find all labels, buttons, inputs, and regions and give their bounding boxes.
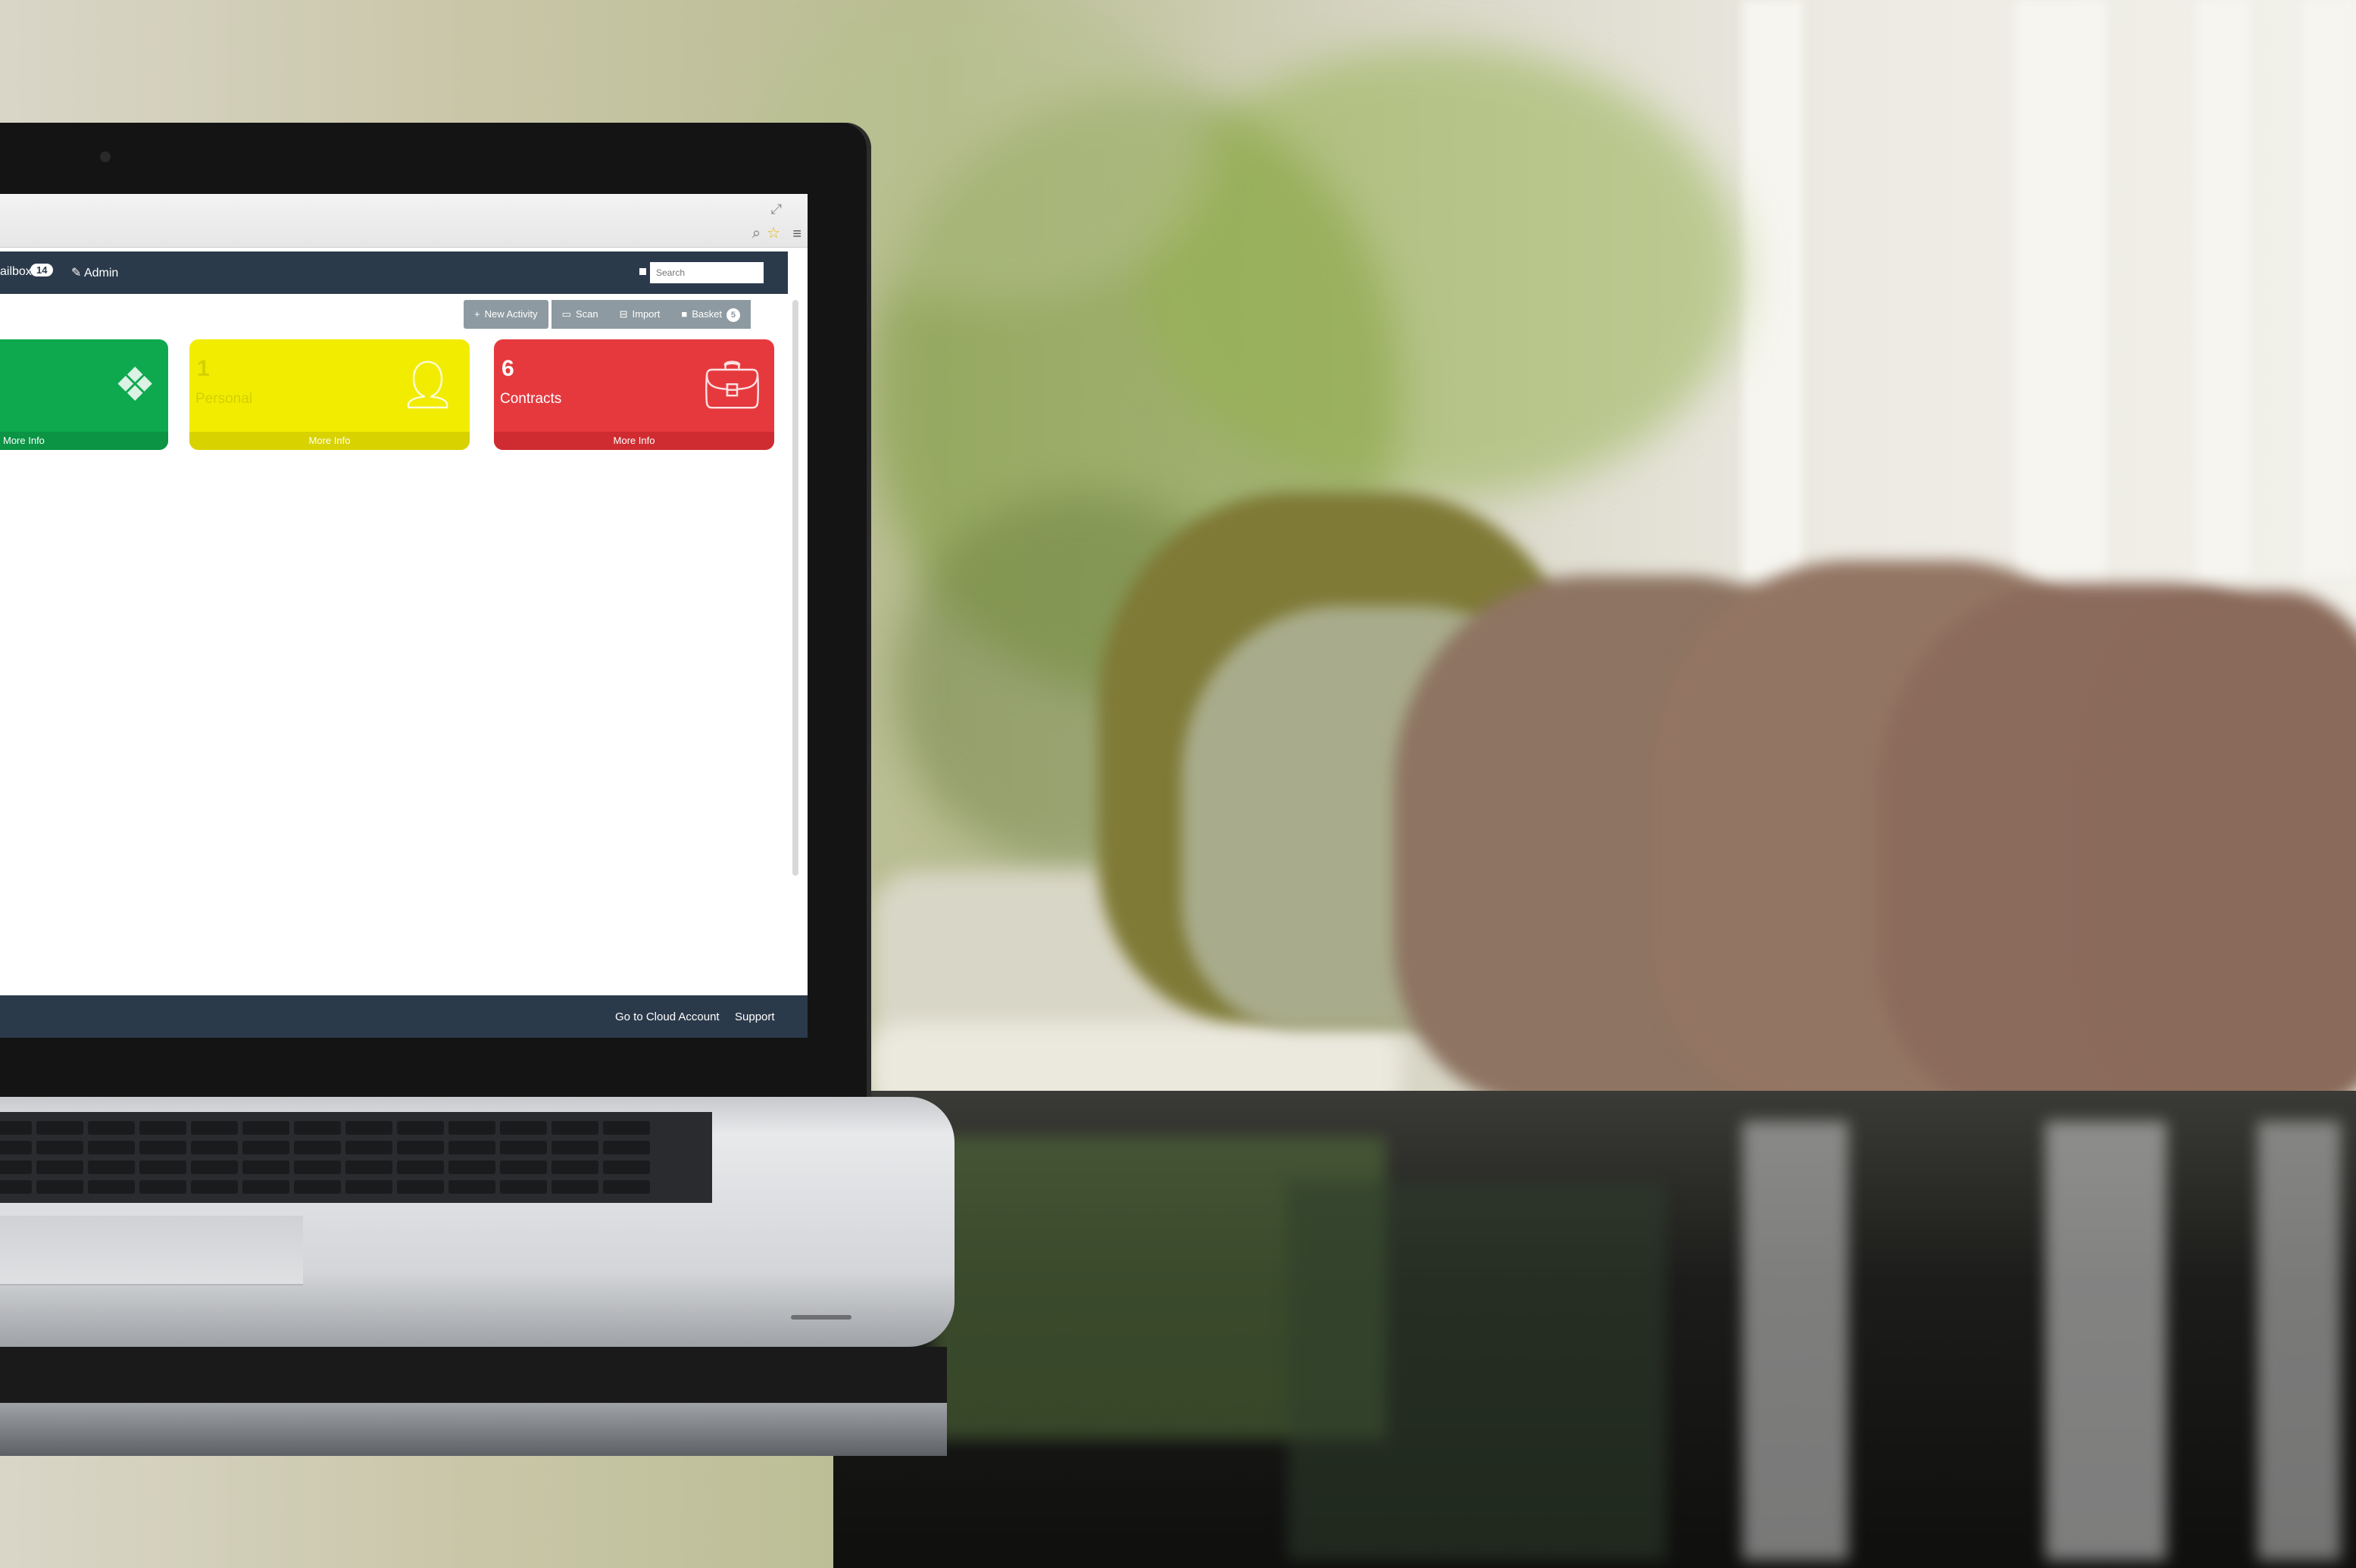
- cloud-account-link[interactable]: Go to Cloud Account: [615, 1010, 720, 1023]
- import-icon: ⊟: [619, 308, 628, 320]
- toolbar-button-group: ▭ Scan ⊟ Import ■ Basket 5: [551, 300, 751, 329]
- tile-number: 6: [502, 356, 514, 381]
- search-icon: [639, 268, 646, 275]
- mailbox-count-badge: 14: [30, 264, 54, 276]
- nav-mailbox-link[interactable]: ailbox: [0, 265, 32, 279]
- basket-button[interactable]: ■ Basket 5: [670, 300, 751, 329]
- hamburger-icon[interactable]: ≡: [792, 226, 801, 243]
- scan-button[interactable]: ▭ Scan: [551, 300, 609, 329]
- tile-personal[interactable]: 1 Personal 👤︎ More Info: [189, 339, 470, 450]
- address-bar-icons: ⌕ ☆: [752, 226, 780, 241]
- nav-admin-link[interactable]: ✎ Admin: [71, 265, 118, 280]
- tile-number: 1: [197, 356, 210, 381]
- app-navbar: ailbox 14 ✎ Admin: [0, 251, 788, 294]
- basket-count-badge: 5: [726, 308, 740, 322]
- briefcase-icon: 💼︎: [702, 359, 762, 411]
- plus-icon: +: [474, 308, 480, 320]
- laptop-reflection: [0, 1403, 947, 1456]
- star-icon[interactable]: ☆: [767, 226, 780, 241]
- action-toolbar: + New Activity ▭ Scan ⊟ Import ■ Basket 5: [464, 300, 751, 329]
- laptop-screen: ⤢ ⌕ ☆ ≡ ailbox 14 ✎ Admin + New Activity: [0, 194, 808, 1038]
- wrench-icon: ✎: [71, 267, 82, 280]
- support-link[interactable]: Support: [735, 1010, 775, 1023]
- search-input[interactable]: [650, 262, 764, 283]
- trackpad: [0, 1216, 303, 1285]
- magnifier-icon[interactable]: ⌕: [752, 226, 761, 241]
- import-button[interactable]: ⊟ Import: [608, 300, 671, 329]
- tile-label: Contracts: [500, 391, 562, 407]
- keyboard: [0, 1112, 712, 1203]
- browser-chrome: ⤢ ⌕ ☆ ≡: [0, 194, 808, 248]
- nav-admin-label: Admin: [83, 267, 119, 280]
- dropbox-icon: ❖: [114, 359, 156, 411]
- webcam: [100, 151, 111, 162]
- basket-icon: ■: [681, 308, 688, 320]
- tile-more-info-link[interactable]: More Info: [189, 432, 470, 450]
- tile-dropbox[interactable]: ❖ More Info: [0, 339, 168, 450]
- sleep-indicator: [791, 1315, 851, 1320]
- tile-more-info-link[interactable]: More Info: [0, 432, 168, 450]
- expand-icon[interactable]: ⤢: [771, 201, 782, 217]
- laptop: ⤢ ⌕ ☆ ≡ ailbox 14 ✎ Admin + New Activity: [0, 0, 962, 1568]
- tile-contracts[interactable]: 6 Contracts 💼︎ More Info: [494, 339, 774, 450]
- new-activity-label: New Activity: [484, 308, 538, 320]
- laptop-icon: ▭: [561, 308, 571, 320]
- tile-more-info-link[interactable]: More Info: [494, 432, 774, 450]
- tile-label: Personal: [195, 391, 252, 407]
- page-scrollbar[interactable]: [792, 300, 798, 876]
- scan-label: Scan: [575, 308, 598, 320]
- import-label: Import: [632, 308, 661, 320]
- new-activity-button[interactable]: + New Activity: [464, 300, 548, 329]
- app-footer: Go to Cloud Account Support: [0, 995, 808, 1038]
- basket-label: Basket: [692, 308, 722, 320]
- user-icon: 👤︎: [398, 359, 458, 411]
